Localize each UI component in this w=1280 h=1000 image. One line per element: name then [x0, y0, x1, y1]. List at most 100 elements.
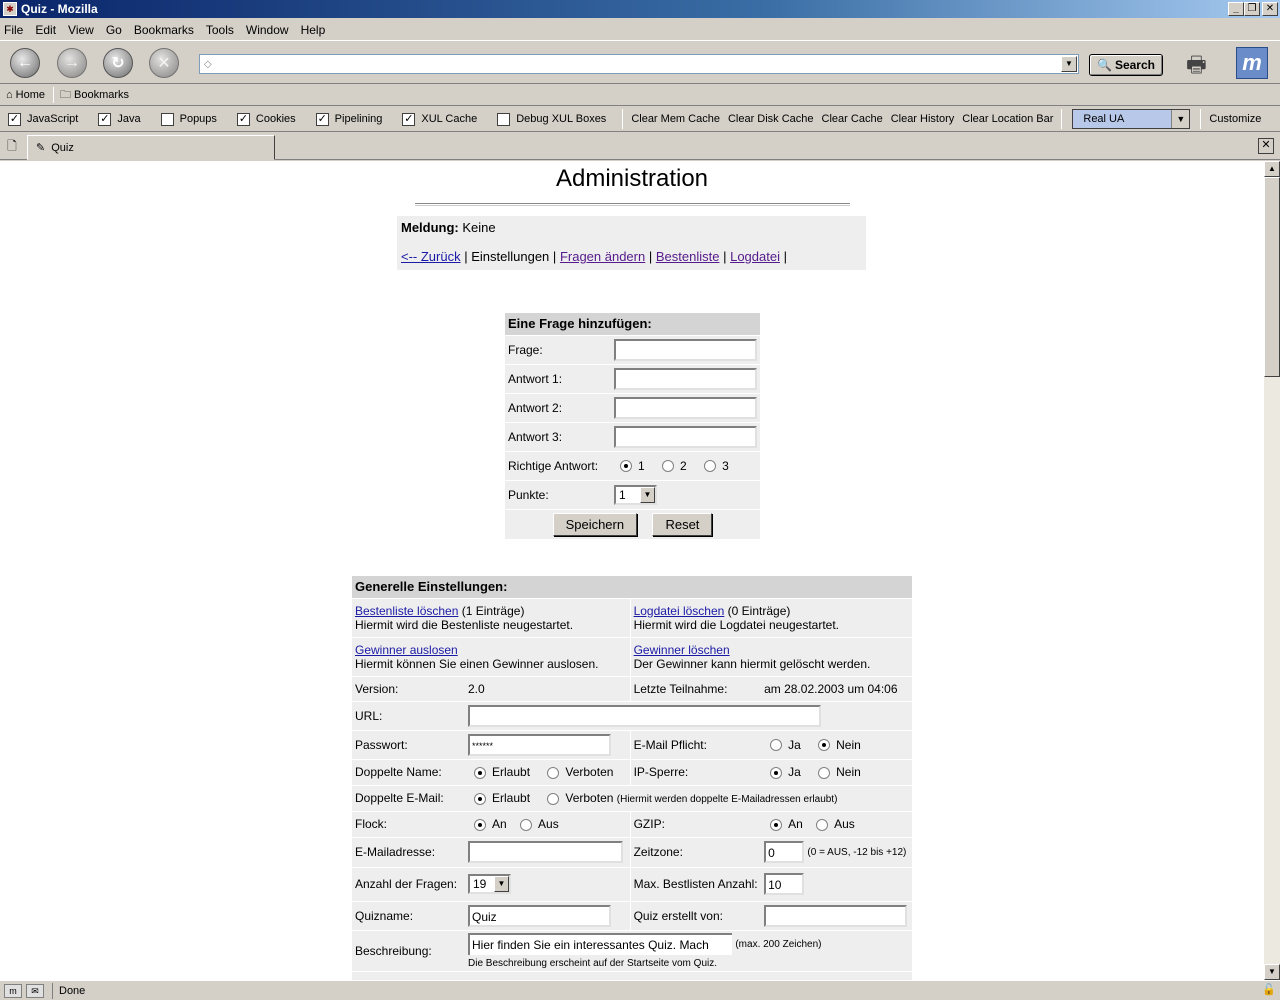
menu-window[interactable]: Window [246, 23, 289, 37]
reset-button[interactable]: Reset [652, 512, 713, 536]
forward-arrow-icon: → [64, 54, 80, 71]
checkbox-cookies[interactable]: ✓ [236, 112, 250, 126]
menu-bookmarks[interactable]: Bookmarks [134, 23, 194, 37]
gzip-off-radio[interactable] [816, 818, 829, 831]
customize-button[interactable]: Customize [1209, 113, 1261, 125]
correct-answer-radio-2[interactable] [662, 460, 675, 473]
nav-edit-questions-link[interactable]: Fragen ändern [560, 249, 645, 264]
nav-logfile-link[interactable]: Logdatei [730, 249, 780, 264]
points-select[interactable]: 1 ▼ [614, 484, 657, 505]
checkbox-xulcache[interactable]: ✓ [402, 112, 416, 126]
vertical-scrollbar[interactable]: ▲ ▼ [1264, 161, 1280, 980]
description-field[interactable]: Hier finden Sie ein interessantes Quiz. … [468, 932, 732, 955]
num-questions-select[interactable]: 19 ▼ [468, 874, 511, 894]
question-input[interactable] [614, 338, 757, 361]
clear-disk-cache-button[interactable]: Clear Disk Cache [728, 113, 814, 125]
window-title: Quiz - Mozilla [21, 2, 98, 16]
answer1-input[interactable] [614, 367, 757, 390]
checkbox-java[interactable]: ✓ [98, 112, 112, 126]
nav-leaderboard-link[interactable]: Bestenliste [656, 249, 720, 264]
maximize-button[interactable]: ❐ [1244, 2, 1260, 16]
ip-lock-no-radio[interactable] [818, 766, 831, 779]
dup-name-forbidden-radio[interactable] [547, 766, 560, 779]
nav-back-link[interactable]: <-- Zurück [401, 249, 461, 264]
bookmarks-button[interactable]: 🗀 Bookmarks [60, 86, 129, 105]
pref-debugxul-checkbox[interactable]: Debug XUL Boxes [497, 112, 606, 126]
dup-email-allowed-radio[interactable] [474, 792, 486, 805]
ip-lock-yes-radio[interactable] [770, 766, 783, 779]
clear-leaderboard-link[interactable]: Bestenliste löschen [355, 604, 458, 618]
scroll-down-button[interactable]: ▼ [1264, 964, 1280, 980]
close-tab-button[interactable]: ✕ [1258, 138, 1274, 154]
chevron-down-icon[interactable]: ▼ [1171, 110, 1190, 128]
flock-on-radio[interactable] [474, 818, 486, 831]
email-required-no-radio[interactable] [818, 739, 831, 752]
pref-javascript-checkbox[interactable]: ✓ JavaScript [8, 112, 78, 126]
minimize-button[interactable]: _ [1228, 2, 1244, 16]
description-note: Die Beschreibung erscheint auf der Start… [468, 957, 718, 969]
pref-java-checkbox[interactable]: ✓ Java [98, 112, 141, 126]
delete-winner-link[interactable]: Gewinner löschen [634, 643, 730, 657]
menu-go[interactable]: Go [106, 23, 122, 37]
created-by-field[interactable] [764, 904, 908, 927]
checkbox-javascript[interactable]: ✓ [8, 112, 21, 126]
clear-cache-button[interactable]: Clear Cache [822, 113, 883, 125]
checkbox-debugxul[interactable] [497, 112, 511, 126]
url-history-dropdown[interactable]: ▼ [1061, 56, 1077, 72]
mozilla-app-icon[interactable]: ✱ [3, 2, 17, 16]
email-required-yes-radio[interactable] [770, 739, 783, 752]
url-field[interactable] [468, 704, 821, 727]
chevron-down-icon[interactable]: ▼ [494, 876, 509, 892]
chevron-down-icon[interactable]: ▼ [640, 486, 655, 503]
search-button[interactable]: 🔍 Search [1089, 54, 1163, 76]
reload-button[interactable]: ↻ [103, 48, 133, 78]
forward-button[interactable]: → [57, 48, 87, 78]
timezone-field[interactable]: 0 [764, 841, 805, 863]
quizname-field[interactable]: Quiz [468, 904, 611, 927]
mozilla-throbber-icon[interactable]: m [1236, 47, 1268, 79]
pref-pipelining-checkbox[interactable]: ✓ Pipelining [315, 112, 382, 126]
scroll-up-button[interactable]: ▲ [1264, 161, 1280, 177]
clear-history-button[interactable]: Clear History [891, 113, 955, 125]
user-agent-select[interactable]: Real UA ▼ [1072, 109, 1191, 129]
answer3-input[interactable] [614, 425, 757, 448]
tab-quiz[interactable]: ✎ Quiz [27, 135, 275, 160]
menu-view[interactable]: View [68, 23, 94, 37]
draw-winner-link[interactable]: Gewinner auslosen [355, 643, 458, 657]
correct-answer-radio-1[interactable] [620, 460, 632, 473]
pref-popups-checkbox[interactable]: Popups [160, 112, 217, 126]
clear-location-bar-button[interactable]: Clear Location Bar [962, 113, 1053, 125]
stop-button[interactable]: ✕ [149, 48, 179, 78]
clear-logfile-link[interactable]: Logdatei löschen [634, 604, 725, 618]
home-button[interactable]: ⌂ Home [6, 89, 45, 101]
checkbox-popups[interactable] [160, 112, 174, 126]
max-leaders-field[interactable]: 10 [764, 873, 805, 895]
gzip-on-radio[interactable] [770, 818, 783, 831]
close-window-button[interactable]: ✕ [1262, 2, 1278, 16]
menu-help[interactable]: Help [301, 23, 326, 37]
print-icon[interactable]: 🖶 [1186, 48, 1226, 78]
mozilla-status-icon[interactable]: m [4, 983, 22, 998]
timezone-note: (0 = AUS, -12 bis +12) [807, 847, 907, 859]
correct-answer-radio-3[interactable] [704, 460, 717, 473]
points-label: Punkte: [505, 479, 611, 509]
dup-name-allowed-radio[interactable] [474, 766, 486, 779]
save-button[interactable]: Speichern [552, 512, 638, 536]
back-button[interactable]: ← [10, 48, 40, 78]
mail-status-icon[interactable]: ✉ [26, 983, 44, 998]
flock-off-radio[interactable] [520, 818, 533, 831]
dup-email-forbidden-radio[interactable] [547, 792, 560, 805]
menu-edit[interactable]: Edit [35, 23, 56, 37]
menu-file[interactable]: File [4, 23, 23, 37]
password-field[interactable]: ****** [468, 733, 611, 756]
email-address-field[interactable] [468, 841, 623, 863]
answer2-input[interactable] [614, 396, 757, 419]
pref-xulcache-checkbox[interactable]: ✓ XUL Cache [402, 112, 477, 126]
url-input[interactable]: ◇ ▼ [199, 54, 1079, 74]
clear-mem-cache-button[interactable]: Clear Mem Cache [631, 113, 720, 125]
scrollbar-thumb[interactable] [1264, 177, 1280, 377]
checkbox-pipelining[interactable]: ✓ [315, 112, 329, 126]
pref-cookies-checkbox[interactable]: ✓ Cookies [236, 112, 296, 126]
menu-tools[interactable]: Tools [206, 23, 234, 37]
new-tab-icon[interactable]: 🗋 [2, 137, 22, 155]
